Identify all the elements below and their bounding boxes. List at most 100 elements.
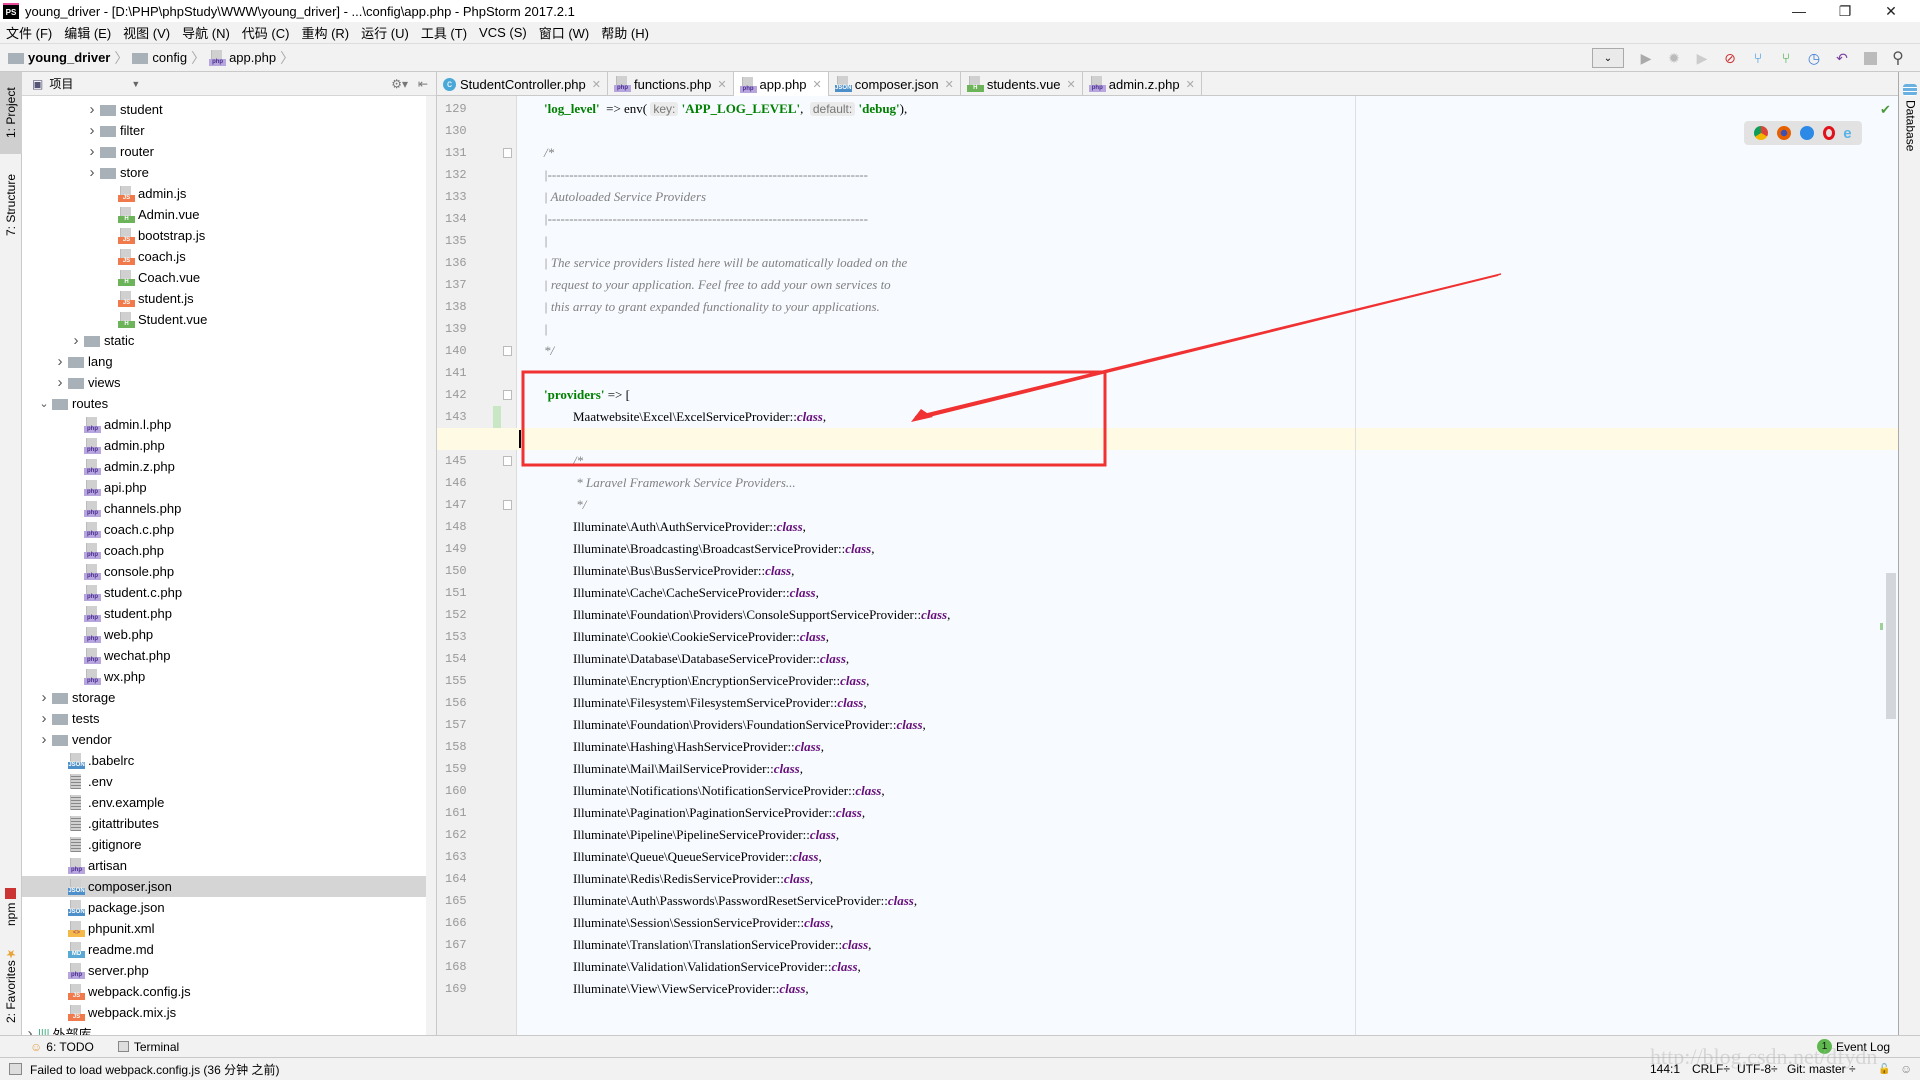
vcs-update-icon[interactable]: ⑂	[1747, 47, 1769, 69]
tab-structure[interactable]: 7: Structure	[0, 160, 22, 250]
expand-arrow-icon[interactable]: ›	[84, 164, 100, 181]
close-button[interactable]: ✕	[1868, 0, 1914, 22]
tree-item[interactable]: JSON package.json	[52, 897, 165, 918]
tree-item[interactable]: php student.php	[68, 603, 172, 624]
tree-item[interactable]: php admin.php	[68, 435, 165, 456]
tree-item[interactable]: php coach.c.php	[68, 519, 174, 540]
expand-arrow-icon[interactable]: ›	[84, 143, 100, 160]
tree-item[interactable]: php coach.php	[68, 540, 164, 561]
menu-refactor[interactable]: 重构 (R)	[301, 23, 349, 42]
tree-item[interactable]: › static	[68, 330, 135, 351]
tree-item[interactable]: › store	[84, 162, 149, 183]
tab-favorites[interactable]: 2: Favorites ★	[0, 940, 22, 1030]
menu-file[interactable]: 文件 (F)	[6, 23, 52, 42]
line-separator[interactable]: CRLF÷	[1692, 1062, 1730, 1076]
tree-item[interactable]: › student	[84, 99, 163, 120]
hide-panel-icon[interactable]: ⇤	[418, 77, 428, 91]
revert-icon[interactable]: ↶	[1831, 47, 1853, 69]
project-view-selector[interactable]: 项目	[49, 75, 73, 92]
tree-item[interactable]: php api.php	[68, 477, 147, 498]
tree-item[interactable]: › tests	[36, 708, 100, 729]
tree-item[interactable]: H Coach.vue	[102, 267, 200, 288]
chevron-down-icon[interactable]: ▼	[131, 79, 140, 89]
expand-arrow-icon[interactable]: ›	[52, 353, 68, 370]
tree-item[interactable]: › views	[52, 372, 121, 393]
coverage-icon[interactable]: ▶	[1691, 47, 1713, 69]
menu-help[interactable]: 帮助 (H)	[601, 23, 649, 42]
tab-functions-php[interactable]: php functions.php ✕	[608, 72, 734, 96]
tree-item[interactable]: php wx.php	[68, 666, 145, 687]
tree-item[interactable]: MD readme.md	[52, 939, 154, 960]
tree-item[interactable]: JS admin.js	[102, 183, 186, 204]
stop-icon[interactable]	[1859, 47, 1881, 69]
menu-code[interactable]: 代码 (C)	[242, 23, 290, 42]
tree-item[interactable]: php admin.z.php	[68, 456, 175, 477]
tree-item[interactable]: .env.example	[52, 792, 164, 813]
tab-database[interactable]: Database	[1902, 100, 1918, 151]
tree-item[interactable]: › filter	[84, 120, 145, 141]
tree-item[interactable]: › storage	[36, 687, 116, 708]
run-icon[interactable]: ▶	[1635, 47, 1657, 69]
tab-students-vue[interactable]: Hstudents.vue ✕	[961, 72, 1083, 96]
tree-item[interactable]: .env	[52, 771, 113, 792]
tree-item[interactable]: H Admin.vue	[102, 204, 199, 225]
breadcrumb-config[interactable]: config	[152, 50, 187, 65]
expand-arrow-icon[interactable]: ›	[36, 710, 52, 727]
file-encoding[interactable]: UTF-8÷	[1737, 1062, 1778, 1076]
debug-icon[interactable]: ✹	[1663, 47, 1685, 69]
lock-icon[interactable]: 🔓	[1878, 1064, 1890, 1075]
project-scrollbar[interactable]	[426, 96, 436, 1035]
tree-item[interactable]: ⌄ routes	[36, 393, 108, 414]
tree-item[interactable]: php student.c.php	[68, 582, 182, 603]
close-tab-icon[interactable]: ✕	[592, 78, 601, 91]
tree-item[interactable]: .gitignore	[52, 834, 141, 855]
run-config-dropdown[interactable]: ⌄	[1592, 48, 1624, 68]
tree-item[interactable]: JS webpack.config.js	[52, 981, 191, 1002]
tree-item[interactable]: JS student.js	[102, 288, 194, 309]
minimize-button[interactable]: —	[1776, 0, 1822, 22]
menu-navigate[interactable]: 导航 (N)	[182, 23, 230, 42]
expand-arrow-icon[interactable]: ›	[36, 731, 52, 748]
status-message[interactable]: Failed to load webpack.config.js (36 分钟 …	[30, 1061, 279, 1078]
tree-item[interactable]: JS coach.js	[102, 246, 186, 267]
expand-arrow-icon[interactable]: ⌄	[36, 397, 52, 410]
tab-project[interactable]: 1: Project	[0, 72, 22, 154]
expand-arrow-icon[interactable]: ›	[84, 122, 100, 139]
menu-edit[interactable]: 编辑 (E)	[64, 23, 111, 42]
inspector-icon[interactable]: ☺	[1900, 1062, 1912, 1076]
tree-item[interactable]: › router	[84, 141, 154, 162]
git-branch[interactable]: Git: master ÷	[1787, 1062, 1856, 1076]
menu-tools[interactable]: 工具 (T)	[421, 23, 467, 42]
expand-arrow-icon[interactable]: ›	[84, 101, 100, 118]
gear-icon[interactable]: ⚙▾	[391, 77, 408, 91]
tree-item[interactable]: php artisan	[52, 855, 127, 876]
maximize-button[interactable]: ❐	[1822, 0, 1868, 22]
tab-admin-z-php[interactable]: php admin.z.php ✕	[1083, 72, 1202, 96]
menu-run[interactable]: 运行 (U)	[361, 23, 409, 42]
listen-debug-icon[interactable]: ⊘	[1719, 47, 1741, 69]
expand-arrow-icon[interactable]: ›	[52, 374, 68, 391]
tree-item[interactable]: php console.php	[68, 561, 174, 582]
tree-item[interactable]: JS webpack.mix.js	[52, 1002, 176, 1023]
tree-item[interactable]: php wechat.php	[68, 645, 171, 666]
menu-vcs[interactable]: VCS (S)	[479, 25, 527, 40]
tab-app-php[interactable]: php app.php ✕	[733, 72, 829, 97]
tree-item[interactable]: php server.php	[52, 960, 149, 981]
tab-composer-json[interactable]: JSON composer.json ✕	[829, 72, 961, 96]
tree-item[interactable]: php web.php	[68, 624, 153, 645]
breadcrumb-project[interactable]: young_driver	[28, 50, 110, 65]
tree-item[interactable]: php admin.l.php	[68, 414, 171, 435]
tree-item[interactable]: <> phpunit.xml	[52, 918, 154, 939]
history-icon[interactable]: ◷	[1803, 47, 1825, 69]
close-tab-icon[interactable]: ✕	[1067, 78, 1076, 91]
tab-studentcontroller-php[interactable]: c StudentController.php ✕	[437, 72, 608, 96]
breadcrumb-file[interactable]: app.php	[229, 50, 276, 65]
search-icon[interactable]: ⚲	[1887, 47, 1909, 69]
tab-npm[interactable]: npm	[0, 882, 22, 932]
close-tab-icon[interactable]: ✕	[813, 78, 822, 91]
close-tab-icon[interactable]: ✕	[945, 78, 954, 91]
tree-item[interactable]: › lang	[52, 351, 113, 372]
menu-window[interactable]: 窗口 (W)	[539, 23, 590, 42]
close-tab-icon[interactable]: ✕	[1186, 78, 1195, 91]
status-toggle-icon[interactable]	[9, 1063, 22, 1075]
